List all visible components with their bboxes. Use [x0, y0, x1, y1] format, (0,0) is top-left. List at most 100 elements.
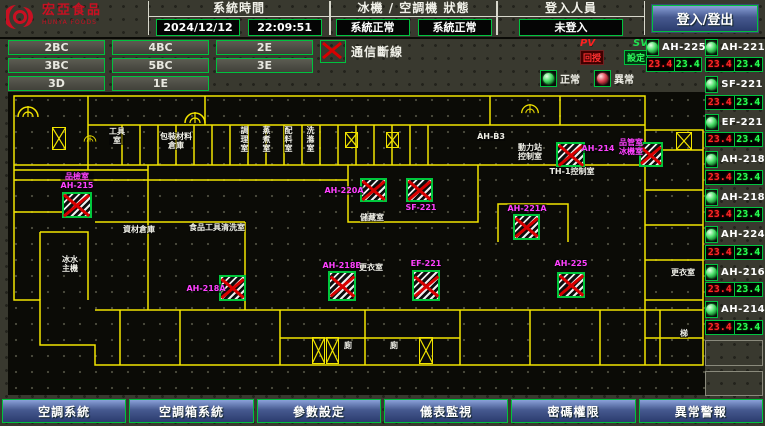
room-label: 蒸煮室 — [262, 126, 270, 153]
device-name: AH-224 — [721, 229, 765, 240]
device-AH-225[interactable]: AH-225 — [646, 39, 702, 55]
equipment-label: 品管室冰機室 — [619, 138, 643, 156]
stairs-icon — [182, 106, 208, 124]
nav-button-儀表監視[interactable]: 儀表監視 — [384, 399, 508, 423]
pv-sub-label: 回授 — [580, 50, 604, 65]
room-label: 調理室 — [240, 126, 248, 153]
zone-button-3D[interactable]: 3D — [8, 76, 105, 91]
device-values: 23.423.4 — [705, 170, 763, 185]
login-label: 登入人員 — [498, 1, 644, 17]
device-AH-214[interactable]: AH-214 — [705, 302, 763, 318]
room-label: 配料室 — [284, 126, 292, 153]
abnormal-led-icon — [594, 70, 611, 87]
hunya-logo-icon — [6, 3, 36, 31]
equipment-label: AH-218B — [322, 261, 361, 270]
pv-label: PV — [580, 38, 595, 49]
stair-x-icon — [326, 337, 339, 364]
normal-label: 正常 — [560, 71, 580, 86]
nav-button-空調箱系統[interactable]: 空調箱系統 — [129, 399, 253, 423]
login-status-value: 未登入 — [519, 19, 623, 36]
stair-x-icon — [345, 132, 358, 148]
ahu-status-icon[interactable] — [62, 192, 92, 218]
zone-button-3E[interactable]: 3E — [216, 58, 313, 73]
equipment-label: SF-221 — [406, 203, 437, 212]
ahu-status-icon[interactable] — [406, 178, 433, 202]
device-status-led-icon — [705, 264, 718, 281]
device-SF-221[interactable]: SF-221 — [705, 77, 763, 93]
room-label: 廁 — [344, 341, 352, 350]
device-pv-value: 23.4 — [706, 96, 735, 109]
ahu-status-icon[interactable] — [557, 272, 585, 298]
equipment-label: 品檢室AH-215 — [61, 172, 94, 190]
zone-button-5BC[interactable]: 5BC — [112, 58, 209, 73]
device-name: AH-216 — [721, 267, 765, 278]
device-pv-value: 23.4 — [647, 58, 675, 71]
equipment-label: AH-220A — [324, 186, 363, 195]
stair-x-icon — [676, 132, 692, 150]
abnormal-label: 異常 — [614, 71, 634, 86]
device-name: AH-221A — [721, 42, 765, 53]
system-time-section: 系統時間 2024/12/12 22:09:51 — [148, 1, 330, 35]
device-AH-218A[interactable]: AH-218A — [705, 152, 763, 168]
zone-button-2BC[interactable]: 2BC — [8, 40, 105, 55]
room-label: TH-1控制室 — [549, 167, 594, 176]
device-values: 23.423.4 — [705, 95, 763, 110]
zone-button-3BC[interactable]: 3BC — [8, 58, 105, 73]
zone-button-4BC[interactable]: 4BC — [112, 40, 209, 55]
equipment-label: AH-221A — [507, 204, 546, 213]
led-glyph — [706, 42, 717, 53]
device-AH-216[interactable]: AH-216 — [705, 264, 763, 280]
header: 宏亞食品 HUNYA FOODS 系統時間 2024/12/12 22:09:5… — [0, 0, 765, 39]
login-logout-button[interactable]: 登入/登出 — [652, 5, 758, 32]
device-EF-221[interactable]: EF-221 — [705, 114, 763, 130]
room-label: 冰水主機 — [62, 255, 78, 273]
device-status-led-icon — [705, 114, 719, 131]
ahu-status-icon[interactable] — [412, 270, 440, 301]
ahu-status-icon[interactable] — [328, 271, 356, 301]
system-date-value: 2024/12/12 — [156, 19, 239, 36]
ahu-status-icon[interactable] — [360, 178, 387, 202]
device-name: AH-225 — [662, 42, 706, 53]
led-glyph — [706, 154, 717, 165]
zone-button-2E[interactable]: 2E — [216, 40, 313, 55]
device-name: SF-221 — [721, 79, 763, 90]
nav-button-參數設定[interactable]: 參數設定 — [257, 399, 381, 423]
equipment-label: EF-221 — [411, 259, 442, 268]
nav-button-空調系統[interactable]: 空調系統 — [2, 399, 126, 423]
zone-buttons: 2BC 4BC 2E 3BC 5BC 3E 3D 1E — [8, 40, 313, 91]
room-label: 包裝材料倉庫 — [160, 132, 192, 150]
zone-button-1E[interactable]: 1E — [112, 76, 209, 91]
device-sv-value: 23.4 — [735, 133, 763, 146]
room-label: 資材倉庫 — [123, 225, 155, 234]
device-AH-221A[interactable]: AH-221A — [705, 39, 763, 55]
room-label: 洗滌室 — [306, 126, 314, 153]
device-name: EF-221 — [722, 117, 763, 128]
room-label: 儲藏室 — [360, 213, 384, 222]
system-clock-value: 22:09:51 — [248, 19, 322, 36]
device-status-led-icon — [705, 189, 718, 206]
equipment-label: AH-214 — [582, 144, 615, 153]
brand-name: 宏亞食品 — [42, 5, 102, 17]
device-pv-value: 23.4 — [706, 133, 735, 146]
spare-slot — [705, 371, 763, 396]
nav-button-密碼權限[interactable]: 密碼權限 — [511, 399, 635, 423]
system-time-label: 系統時間 — [149, 1, 329, 17]
device-AH-218B[interactable]: AH-218B — [705, 189, 763, 205]
led-glyph — [706, 267, 717, 278]
device-name: AH-214 — [721, 304, 765, 315]
room-label: 動力站控制室 — [518, 143, 542, 161]
status-legend: 正常 異常 — [540, 70, 634, 87]
nav-button-異常警報[interactable]: 異常警報 — [639, 399, 763, 423]
led-glyph — [706, 304, 717, 315]
stairs-icon — [83, 124, 97, 150]
device-sv-value: 23.4 — [735, 171, 763, 184]
device-values: 23.423.4 — [705, 320, 763, 335]
device-pv-value: 23.4 — [706, 246, 735, 259]
device-sv-value: 23.4 — [735, 283, 763, 296]
ahu-status-icon[interactable] — [513, 214, 540, 240]
device-status-led-icon — [646, 39, 659, 56]
device-name: AH-218B — [721, 192, 765, 203]
device-sv-value: 23.4 — [735, 58, 763, 71]
device-AH-224[interactable]: AH-224 — [705, 227, 763, 243]
brand-subname: HUNYA FOODS — [42, 17, 102, 29]
